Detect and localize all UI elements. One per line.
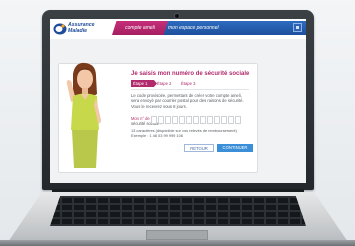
info-paragraph: Le code provisoire, permettant de créer … xyxy=(131,93,244,109)
menu-icon[interactable] xyxy=(293,23,302,32)
key-row xyxy=(50,219,306,224)
keyboard xyxy=(50,196,306,226)
ssn-digit-input[interactable] xyxy=(186,116,192,124)
continue-button[interactable]: CONTINUER xyxy=(217,144,253,152)
ssn-digit-input[interactable] xyxy=(193,116,199,124)
ssn-digit-input[interactable] xyxy=(165,116,171,124)
ssn-digit-input[interactable] xyxy=(158,116,164,124)
laptop-front-edge xyxy=(0,240,355,246)
ssn-digit-input[interactable] xyxy=(221,116,227,124)
app-header: Assurance Maladie mon espace personnel c… xyxy=(50,19,306,39)
tab-compte-ameli[interactable]: compte ameli xyxy=(112,21,168,35)
logo-text-line2: Maladie xyxy=(68,27,88,34)
laptop-screen: Assurance Maladie mon espace personnel c… xyxy=(50,19,306,183)
logo-mark-icon xyxy=(53,23,67,35)
ssn-digit-input[interactable] xyxy=(228,116,234,124)
ssn-hint: 13 caractères (disponible sur vos relevé… xyxy=(131,128,251,138)
ssn-digit-input[interactable] xyxy=(179,116,185,124)
ssn-digit-input[interactable] xyxy=(151,116,157,124)
ssn-digit-input[interactable] xyxy=(172,116,178,124)
ssn-digit-input[interactable] xyxy=(200,116,206,124)
back-button[interactable]: RETOUR xyxy=(184,144,214,152)
tab-mon-espace[interactable]: mon espace personnel xyxy=(168,21,219,35)
header-bar: mon espace personnel xyxy=(158,21,306,35)
woman-illustration xyxy=(66,62,101,168)
trackpad[interactable] xyxy=(146,230,208,240)
step-2: Étape 2 xyxy=(157,81,172,86)
ssn-input-group[interactable] xyxy=(151,116,241,124)
step-1: Étape 1 xyxy=(131,80,157,87)
key-row xyxy=(50,212,306,217)
divider xyxy=(131,89,249,90)
key-row xyxy=(50,198,306,203)
laptop-lid: Assurance Maladie mon espace personnel c… xyxy=(42,10,314,190)
ssn-digit-input[interactable] xyxy=(207,116,213,124)
registration-card: Je saisis mon numéro de sécurité sociale… xyxy=(58,62,258,173)
page-title: Je saisis mon numéro de sécurité sociale xyxy=(131,71,250,77)
key-row xyxy=(50,205,306,210)
ssn-hint-line2: Exemple : 1 48 03 99 999 106 xyxy=(131,133,183,138)
step-3: Étape 3 xyxy=(181,81,196,86)
ssn-digit-input[interactable] xyxy=(235,116,241,124)
logo-text: Assurance Maladie xyxy=(68,22,95,34)
ssn-digit-input[interactable] xyxy=(214,116,220,124)
assurance-maladie-logo[interactable]: Assurance Maladie xyxy=(53,21,111,37)
